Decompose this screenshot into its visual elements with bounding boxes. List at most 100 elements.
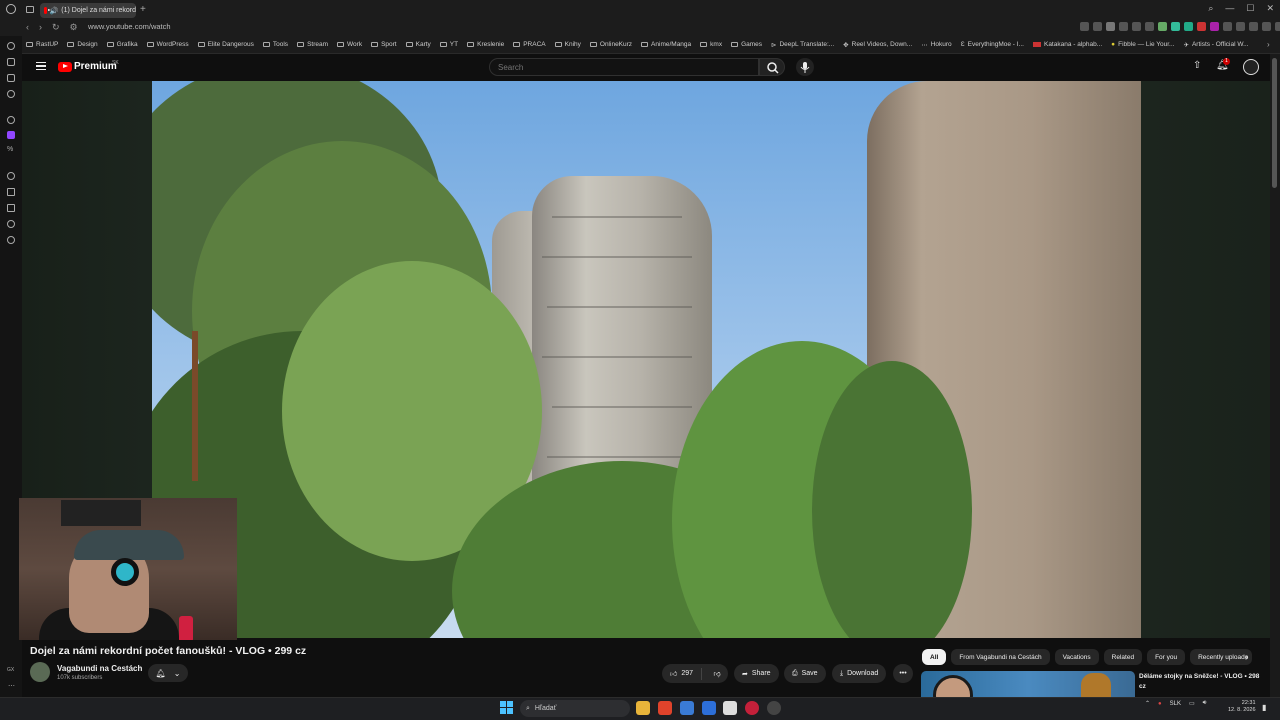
minimize-icon[interactable]: —	[1225, 3, 1234, 14]
mail-icon[interactable]	[702, 701, 716, 715]
like-button[interactable]: 👍︎ 297	[662, 667, 702, 680]
search-input[interactable]	[489, 58, 759, 76]
bookmark-item[interactable]: ⋯ Hokuro	[921, 41, 951, 49]
reload-icon[interactable]: ↻	[52, 22, 60, 33]
profile-icon[interactable]	[1249, 22, 1258, 31]
channel-avatar[interactable]	[30, 662, 50, 682]
gaming-icon[interactable]	[7, 90, 15, 98]
steam-icon[interactable]	[767, 701, 781, 715]
create-upload-icon[interactable]: ⇧	[1193, 60, 1201, 71]
messenger-icon[interactable]	[7, 74, 15, 82]
twitch-icon[interactable]	[7, 131, 15, 139]
download-icon[interactable]	[1262, 22, 1271, 31]
bookmark-item[interactable]: Karty	[405, 41, 431, 48]
chevron-right-icon[interactable]: ›	[1245, 652, 1248, 663]
youtube-premium-logo[interactable]: Premium	[58, 61, 117, 72]
history-icon[interactable]	[7, 172, 15, 180]
bookmark-item[interactable]: Grafika	[106, 41, 138, 48]
bookmark-item[interactable]: RastUP	[26, 41, 58, 48]
recommendation-title[interactable]: Děláme stojky na Sněžce! - VLOG • 298 cz	[1139, 672, 1264, 692]
channel-name[interactable]: Vagabundi na Cestách	[57, 664, 142, 673]
download-button[interactable]: ⤓ Download	[832, 664, 887, 683]
extension-icon[interactable]	[1119, 22, 1128, 31]
bookmark-item[interactable]: Games	[731, 41, 762, 48]
play-icon[interactable]	[1132, 22, 1141, 31]
settings-icon[interactable]	[7, 116, 15, 124]
paint-icon[interactable]	[680, 701, 694, 715]
bookmark-item[interactable]: Anime/Manga	[641, 41, 691, 48]
share-button[interactable]: ➦ Share	[734, 664, 779, 683]
chip-recently-uploaded[interactable]: Recently uploade	[1190, 649, 1253, 665]
search-tabs-icon[interactable]: ⌕	[1208, 3, 1213, 14]
player-icon[interactable]	[7, 188, 15, 196]
bookmark-item[interactable]: Tools	[262, 41, 288, 48]
bookmark-item[interactable]: Elite Dangerous	[197, 41, 254, 48]
bookmark-item[interactable]: YT	[439, 41, 458, 48]
new-tab-button[interactable]: +	[140, 4, 146, 15]
calendar-icon[interactable]	[723, 701, 737, 715]
gx-corner-icon[interactable]	[7, 58, 15, 66]
chip-related[interactable]: Related	[1103, 649, 1143, 665]
extension-icon[interactable]	[1197, 22, 1206, 31]
heart-icon[interactable]	[1145, 22, 1154, 31]
percent-icon[interactable]: %	[7, 146, 15, 154]
voice-search-button[interactable]	[796, 58, 814, 76]
shield-icon[interactable]	[1106, 22, 1115, 31]
extension-icon[interactable]	[1210, 22, 1219, 31]
chip-vacations[interactable]: Vacations	[1054, 649, 1099, 665]
menu-icon[interactable]	[36, 62, 46, 70]
account-avatar[interactable]	[1243, 59, 1259, 75]
more-actions-button[interactable]: •••	[893, 664, 913, 683]
extension-icon[interactable]	[1223, 22, 1232, 31]
chevron-up-icon[interactable]: ⌃	[1145, 700, 1150, 707]
search-button[interactable]	[759, 58, 785, 76]
bookmark-item[interactable]: ⊳ DeepL Translate:...	[771, 41, 834, 49]
save-button[interactable]: ⎙ Save	[784, 664, 826, 683]
subscribed-button[interactable]: 🔔︎ ⌄	[148, 664, 188, 682]
extensions-icon[interactable]	[7, 220, 15, 228]
taskbar-search[interactable]: ⌕ Hľadať	[520, 700, 630, 717]
opera-gx-icon[interactable]	[745, 701, 759, 715]
bookmark-item[interactable]: Ɛ EverythingMoe - I...	[961, 41, 1024, 48]
microphone-icon[interactable]: ●	[1158, 701, 1162, 707]
menu-icon[interactable]	[1275, 22, 1280, 31]
forward-icon[interactable]: ›	[39, 22, 42, 33]
back-icon[interactable]: ‹	[26, 22, 29, 33]
dislike-button[interactable]: 👎︎	[706, 669, 728, 678]
bookmark-item[interactable]: kmx	[700, 41, 722, 48]
home-icon[interactable]	[7, 42, 15, 50]
video-player[interactable]	[152, 81, 1141, 638]
pin-icon[interactable]	[7, 236, 15, 244]
bookmark-item[interactable]: Katakana - alphab...	[1032, 41, 1102, 48]
cube-icon[interactable]	[7, 204, 15, 212]
chip-for-you[interactable]: For you	[1147, 649, 1186, 665]
bookmark-item[interactable]: Sport	[371, 41, 397, 48]
extension-icon[interactable]	[1236, 22, 1245, 31]
bookmark-item[interactable]: ✈ Artists - Official W...	[1183, 41, 1248, 49]
notification-center-icon[interactable]: ▮	[1262, 703, 1266, 712]
bookmark-item[interactable]: ● Fibble — Lie Your...	[1111, 41, 1174, 48]
bookmark-item[interactable]: ✥ Reel Videos, Down...	[843, 41, 912, 49]
url-field[interactable]: www.youtube.com/watch	[88, 22, 171, 31]
bookmark-item[interactable]: PRACA	[513, 41, 546, 48]
bookmark-item[interactable]: OnlineKurz	[589, 41, 632, 48]
bookmarks-overflow-icon[interactable]: ›	[1267, 40, 1270, 49]
language-indicator[interactable]: SLK	[1170, 701, 1181, 707]
file-explorer-icon[interactable]	[636, 701, 650, 715]
network-icon[interactable]: ▭	[1189, 700, 1195, 707]
bookmark-item[interactable]: WordPress	[146, 41, 189, 48]
windows-start-icon[interactable]	[500, 701, 514, 715]
taskbar-clock[interactable]: 22:31 12. 8. 2026	[1228, 700, 1256, 714]
extension-icon[interactable]	[1158, 22, 1167, 31]
browser-tab-active[interactable]: 🔊 (1) Dojel za námi rekord	[40, 3, 136, 18]
recommendation-thumbnail[interactable]	[921, 671, 1135, 697]
bookmark-item[interactable]: Kreslenie	[467, 41, 504, 48]
bookmark-item[interactable]: Knihy	[554, 41, 581, 48]
extension-icon[interactable]	[1093, 22, 1102, 31]
chip-from-channel[interactable]: From Vagabundi na Cestách	[951, 649, 1050, 665]
brave-browser-icon[interactable]	[658, 701, 672, 715]
tab-manager-icon[interactable]	[26, 6, 34, 13]
bookmark-item[interactable]: Stream	[297, 41, 328, 48]
sidebar-more-icon[interactable]: ⋯	[8, 682, 15, 690]
bookmark-item[interactable]: Design	[67, 41, 98, 48]
